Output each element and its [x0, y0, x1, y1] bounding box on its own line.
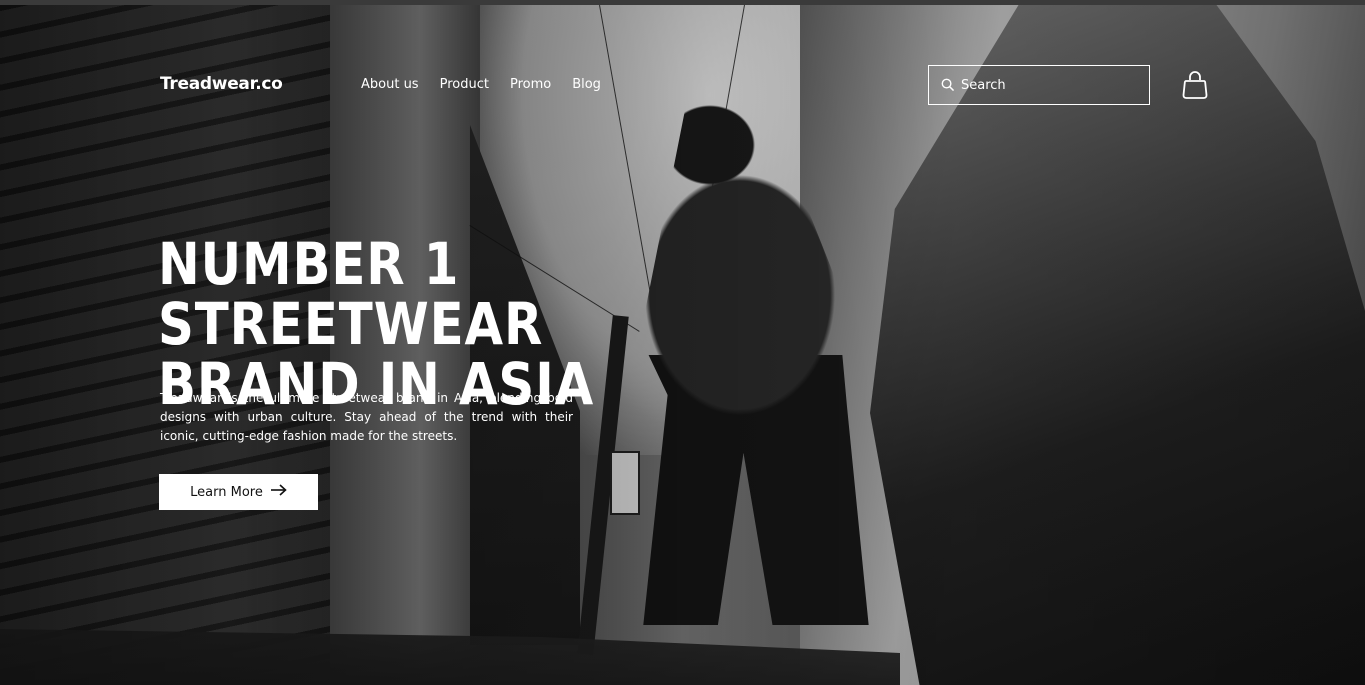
search-box[interactable] — [928, 65, 1150, 105]
nav-link-blog[interactable]: Blog — [572, 77, 601, 92]
arrow-right-icon — [270, 484, 287, 500]
brand-logo[interactable]: Treadwear.co — [160, 74, 283, 94]
search-icon — [941, 76, 954, 95]
shopping-bag-icon[interactable] — [1182, 70, 1208, 100]
search-input[interactable] — [961, 77, 1141, 93]
hero-headline-line-1: NUMBER 1 STREETWEAR — [158, 230, 544, 358]
learn-more-button[interactable]: Learn More — [159, 474, 318, 510]
main-nav: About us Product Promo Blog — [361, 77, 601, 92]
hero-headline: NUMBER 1 STREETWEAR BRAND IN ASIA — [158, 234, 691, 414]
nav-link-product[interactable]: Product — [440, 77, 489, 92]
nav-link-about-us[interactable]: About us — [361, 77, 419, 92]
nav-link-promo[interactable]: Promo — [510, 77, 551, 92]
learn-more-label: Learn More — [190, 484, 263, 500]
hero-description: Treadwear is the ultimate streetwear bra… — [160, 391, 573, 443]
